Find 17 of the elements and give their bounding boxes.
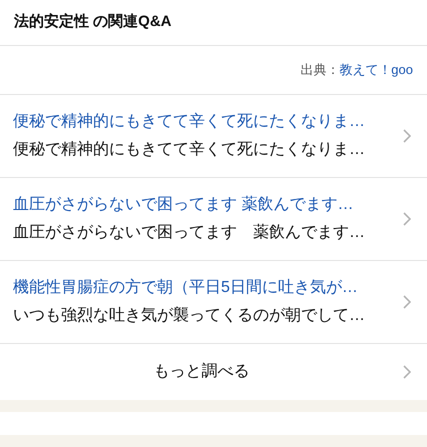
question-item[interactable]: 血圧がさがらないで困ってます 薬飲んでます… 血圧がさがらないで困ってます 薬飲んでます… xyxy=(0,178,427,261)
question-excerpt: 便秘で精神的にもきてて辛くて死にたくなりま… xyxy=(13,140,365,160)
question-title: 便秘で精神的にもきてて辛くて死にたくなりま… xyxy=(13,112,365,132)
question-item[interactable]: 機能性胃腸症の方で朝（平日5日間に吐き気が… いつも強烈な吐き気が襲ってくるのが朝でして… xyxy=(0,261,427,344)
section-heading: 法的安定性 の関連Q&A xyxy=(14,12,172,32)
question-item[interactable]: 便秘で精神的にもきてて辛くて死にたくなりま… 便秘で精神的にもきてて辛くて死にたくなりま… xyxy=(0,95,427,178)
source-link[interactable]: 教えて！goo xyxy=(339,62,413,78)
chevron-right-icon xyxy=(403,212,411,226)
question-excerpt: いつも強烈な吐き気が襲ってくるのが朝でして… xyxy=(13,306,365,326)
question-title: 血圧がさがらないで困ってます 薬飲んでます… xyxy=(13,194,354,215)
chevron-right-icon xyxy=(403,295,411,309)
chevron-right-icon xyxy=(403,129,411,143)
source-credit: 出典：教えて！goo xyxy=(300,61,413,80)
more-link[interactable]: もっと調べる xyxy=(0,344,427,400)
chevron-right-icon xyxy=(403,365,411,379)
question-title: 機能性胃腸症の方で朝（平日5日間に吐き気が… xyxy=(13,278,359,298)
question-excerpt: 血圧がさがらないで困ってます 薬飲んでます… xyxy=(13,222,365,243)
